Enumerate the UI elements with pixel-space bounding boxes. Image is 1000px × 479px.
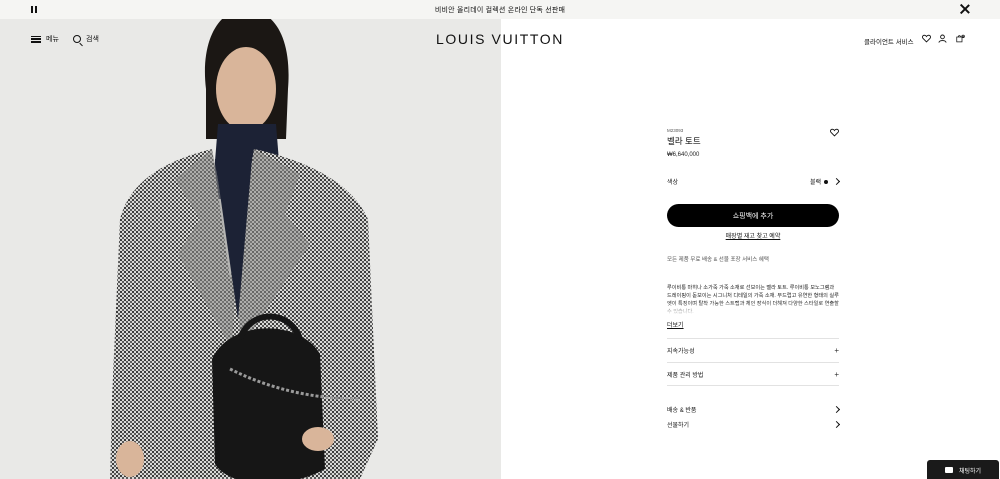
color-label: 색상 <box>667 180 679 186</box>
announcement-bar: 비비안 올리데이 컬렉션 온라인 단독 선판매 <box>0 0 1000 19</box>
color-value-group: 블랙 <box>809 177 841 186</box>
color-swatch <box>824 179 828 184</box>
client-services-link[interactable]: 클라이언트 서비스 <box>864 36 914 46</box>
product-description: 루이비통 마히나 소가죽 가죽 소재로 선보이는 벨라 토트. 루이비통 모노그… <box>667 285 839 316</box>
account-icon[interactable] <box>938 34 947 43</box>
plus-icon: + <box>834 369 839 379</box>
read-more-link[interactable]: 더보기 <box>667 320 684 329</box>
product-hero-image <box>0 19 501 479</box>
accordion-care[interactable]: 제품 관리 방법 + <box>667 362 839 386</box>
color-value: 블랙 <box>809 180 821 186</box>
link-label: 배송 & 반품 <box>667 408 697 414</box>
link-label: 선물하기 <box>667 423 690 429</box>
chevron-right-icon <box>832 420 841 429</box>
add-to-cart-button[interactable]: 쇼핑백에 추가 <box>667 204 839 227</box>
chat-button[interactable]: 채팅하기 <box>927 460 999 479</box>
chat-label: 채팅하기 <box>958 468 982 475</box>
pause-icon[interactable] <box>31 6 38 13</box>
close-icon[interactable] <box>960 4 970 14</box>
shipping-returns-link[interactable]: 배송 & 반품 <box>667 405 841 414</box>
brand-logo[interactable]: LOUIS VUITTON <box>0 31 1000 47</box>
product-details-panel: M23093 벨라 토트 ₩6,640,000 색상 블랙 쇼핑백에 추가 매장… <box>667 128 841 429</box>
product-price: ₩6,640,000 <box>667 152 700 158</box>
wishlist-heart-icon[interactable] <box>922 34 931 43</box>
plus-icon: + <box>834 346 839 355</box>
gifting-link[interactable]: 선물하기 <box>667 420 841 429</box>
services-info: 모든 제품 무료 배송 & 선물 포장 서비스 혜택 <box>667 257 769 263</box>
product-sku: M23093 <box>667 128 684 133</box>
accordion-sustainability[interactable]: 지속가능성 + <box>667 338 839 362</box>
product-name: 벨라 토트 <box>667 136 701 146</box>
color-selector[interactable]: 색상 블랙 <box>667 177 841 186</box>
add-to-wishlist-heart-icon[interactable] <box>830 128 839 137</box>
shopping-bag-icon[interactable]: 0 <box>956 34 965 43</box>
chevron-right-icon <box>832 405 841 414</box>
site-header: 메뉴 검색 LOUIS VUITTON 클라이언트 서비스 0 <box>0 19 1000 61</box>
accordion-label: 제품 관리 방법 <box>667 372 704 379</box>
announcement-text[interactable]: 비비안 올리데이 컬렉션 온라인 단독 선판매 <box>435 5 565 15</box>
accordion-label: 지속가능성 <box>667 349 695 355</box>
store-availability-link[interactable]: 매장별 재고 찾고 예약 <box>667 231 839 240</box>
chat-bubble-icon <box>944 467 953 473</box>
chevron-right-icon <box>832 177 841 186</box>
